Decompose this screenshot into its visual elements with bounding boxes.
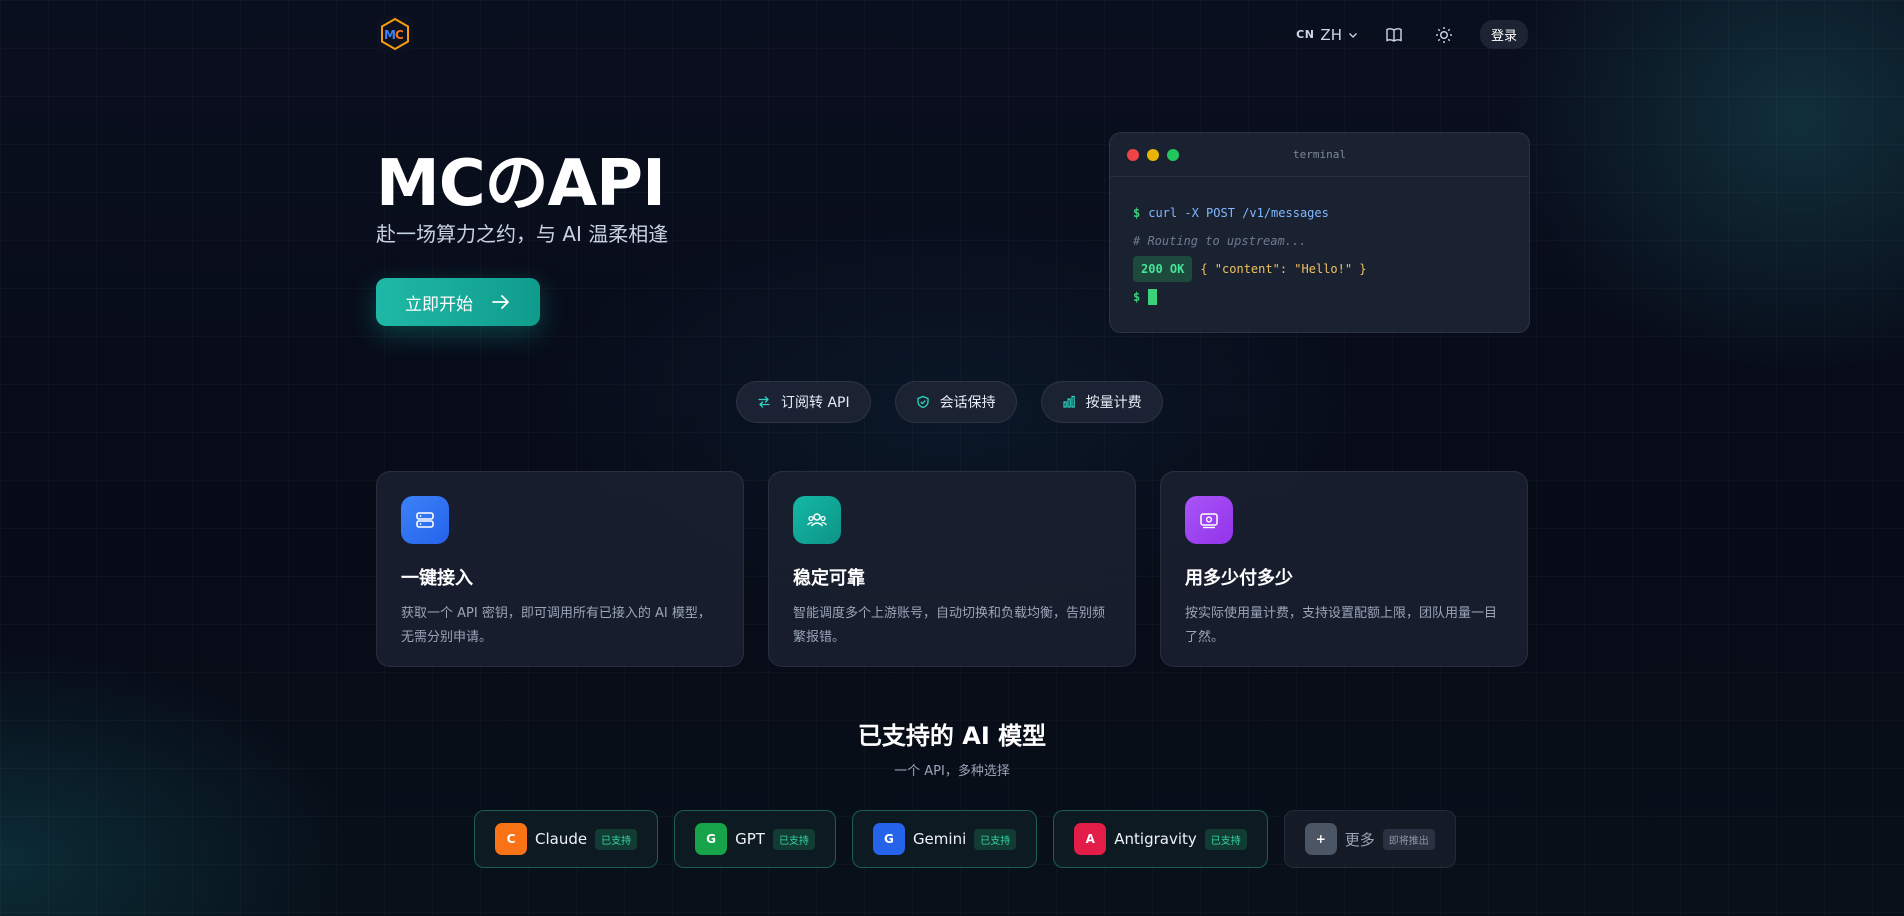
docs-button[interactable] [1380, 21, 1408, 49]
feature-pills: 订阅转 API 会话保持 按量计费 [736, 381, 1163, 423]
feature-pill-label: 订阅转 API [781, 395, 850, 411]
claude-icon: C [495, 823, 527, 855]
sun-icon [1435, 26, 1452, 43]
swap-icon [758, 396, 770, 408]
terminal-command-line: $ curl -X POST /v1/messages [1133, 199, 1506, 227]
lang-prefix: CN [1296, 28, 1315, 41]
status-badge: 已支持 [772, 828, 815, 850]
hero-title: MCのAPI [376, 147, 666, 221]
card-description: 按实际使用量计费，支持设置配额上限，团队用量一目了然。 [1185, 606, 1498, 645]
model-name: GPT [735, 830, 765, 848]
gemini-icon: G [872, 823, 905, 855]
card-stable: 稳定可靠 智能调度多个上游账号，自动切换和负载均衡，告别频繁报错。 [768, 471, 1136, 667]
plus-icon: + [1304, 823, 1337, 855]
feature-pill-label: 按量计费 [1085, 395, 1142, 411]
server-icon [401, 496, 449, 544]
book-icon [1386, 27, 1402, 42]
terminal-prompt: $ [1133, 290, 1141, 304]
top-nav: CN ZH 登录 [1296, 20, 1528, 49]
theme-toggle-button[interactable] [1430, 21, 1458, 49]
bar-chart-icon [1063, 395, 1075, 408]
status-badge: 即将推出 [1382, 828, 1435, 850]
get-started-label: 立即开始 [405, 294, 473, 315]
arrow-right-icon [492, 295, 509, 309]
model-name: Claude [535, 830, 588, 848]
terminal-cursor [1148, 289, 1158, 305]
chevron-down-icon [1349, 32, 1357, 38]
terminal-titlebar: terminal [1110, 133, 1529, 177]
logo[interactable]: M C [377, 16, 413, 52]
hero-subtitle: 赴一场算力之约，与 AI 温柔相逢 [376, 222, 669, 246]
login-button[interactable]: 登录 [1479, 20, 1528, 49]
model-gpt[interactable]: G GPT 已支持 [674, 810, 836, 868]
models-section-subtitle: 一个 API，多种选择 [894, 764, 1010, 779]
feature-cards: 一键接入 获取一个 API 密钥，即可调用所有已接入的 AI 模型，无需分别申请… [376, 471, 1528, 667]
card-description: 智能调度多个上游账号，自动切换和负载均衡，告别频繁报错。 [793, 606, 1106, 645]
model-name: Gemini [912, 830, 967, 848]
get-started-button[interactable]: 立即开始 [376, 278, 540, 326]
model-name: 更多 [1344, 830, 1375, 849]
card-one-click: 一键接入 获取一个 API 密钥，即可调用所有已接入的 AI 模型，无需分别申请… [376, 471, 744, 667]
model-name: Antigravity [1114, 830, 1197, 848]
feature-pill-session: 会话保持 [894, 381, 1017, 423]
status-badge: 已支持 [1204, 828, 1247, 850]
status-badge: 200 OK [1133, 256, 1193, 282]
model-list: C Claude 已支持 G GPT 已支持 G Gemini 已支持 A An… [474, 810, 1456, 868]
feature-pill-label: 会话保持 [939, 395, 996, 411]
terminal-comment-line: # Routing to upstream... [1133, 227, 1506, 255]
model-antigravity[interactable]: A Antigravity 已支持 [1053, 810, 1268, 868]
mc-logo-icon: M C [381, 17, 409, 51]
terminal-comment: # Routing to upstream... [1133, 234, 1307, 248]
feature-pill-subscription: 订阅转 API [736, 381, 871, 423]
terminal-title: terminal [1293, 148, 1346, 161]
terminal-response: { "content": "Hello!" } [1200, 262, 1367, 276]
svg-text:C: C [395, 28, 404, 42]
terminal-window: terminal $ curl -X POST /v1/messages # R… [1109, 132, 1530, 333]
card-pay-as-you-go: 用多少付多少 按实际使用量计费，支持设置配额上限，团队用量一目了然。 [1160, 471, 1528, 667]
terminal-command: curl -X POST /v1/messages [1148, 206, 1329, 220]
money-icon [1185, 496, 1233, 544]
card-title: 稳定可靠 [793, 568, 865, 589]
shield-check-icon [916, 395, 929, 409]
status-badge: 已支持 [974, 828, 1017, 850]
card-description: 获取一个 API 密钥，即可调用所有已接入的 AI 模型，无需分别申请。 [401, 606, 711, 645]
language-switcher[interactable]: CN ZH [1296, 26, 1358, 44]
model-claude[interactable]: C Claude 已支持 [474, 810, 659, 868]
model-gemini[interactable]: G Gemini 已支持 [851, 810, 1038, 868]
users-icon [793, 496, 841, 544]
models-section-title: 已支持的 AI 模型 [857, 722, 1047, 750]
feature-pill-billing: 按量计费 [1040, 381, 1163, 423]
card-title: 一键接入 [401, 568, 473, 589]
model-more[interactable]: + 更多 即将推出 [1283, 810, 1456, 868]
gpt-icon: G [695, 823, 728, 855]
terminal-prompt: $ [1133, 206, 1141, 220]
terminal-input-line: $ [1133, 283, 1506, 311]
antigravity-icon: A [1074, 823, 1107, 855]
card-title: 用多少付多少 [1185, 568, 1293, 589]
status-badge: 已支持 [595, 828, 638, 850]
terminal-body: $ curl -X POST /v1/messages # Routing to… [1110, 177, 1529, 332]
lang-label: ZH [1320, 25, 1342, 44]
page: M C CN ZH 登录 MCのAPI 赴一场算力之约，与 AI 温柔相逢 立即… [0, 0, 1904, 916]
terminal-response-line: 200 OK { "content": "Hello!" } [1133, 255, 1506, 283]
